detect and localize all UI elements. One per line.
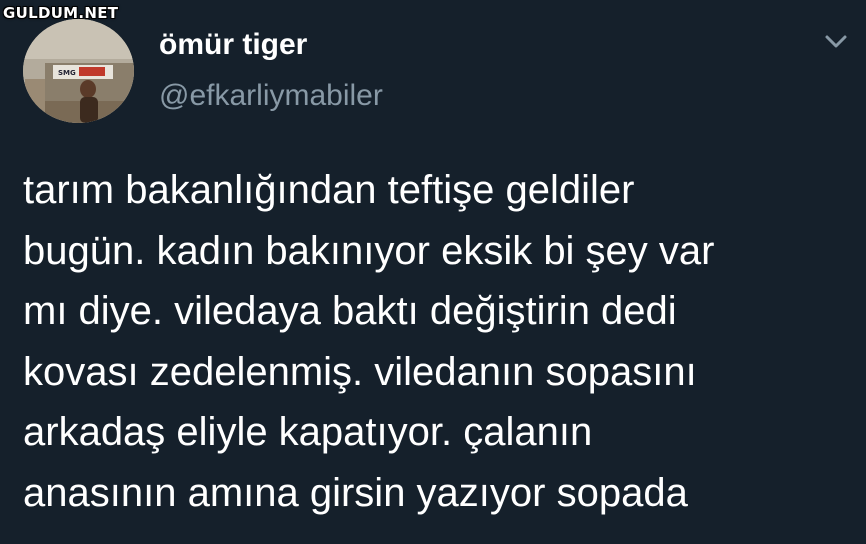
- author-display-name[interactable]: ömür tiger: [159, 27, 307, 63]
- svg-text:SMG: SMG: [58, 69, 76, 77]
- author-handle[interactable]: @efkarliymabiler: [159, 78, 383, 114]
- site-watermark: GULDUM.NET: [3, 4, 119, 22]
- avatar[interactable]: SMG: [23, 19, 134, 123]
- tweet-body-text: tarım bakanlığından teftişe geldiler bug…: [23, 168, 715, 515]
- avatar-photo: SMG: [23, 19, 134, 123]
- chevron-down-icon[interactable]: [822, 32, 850, 52]
